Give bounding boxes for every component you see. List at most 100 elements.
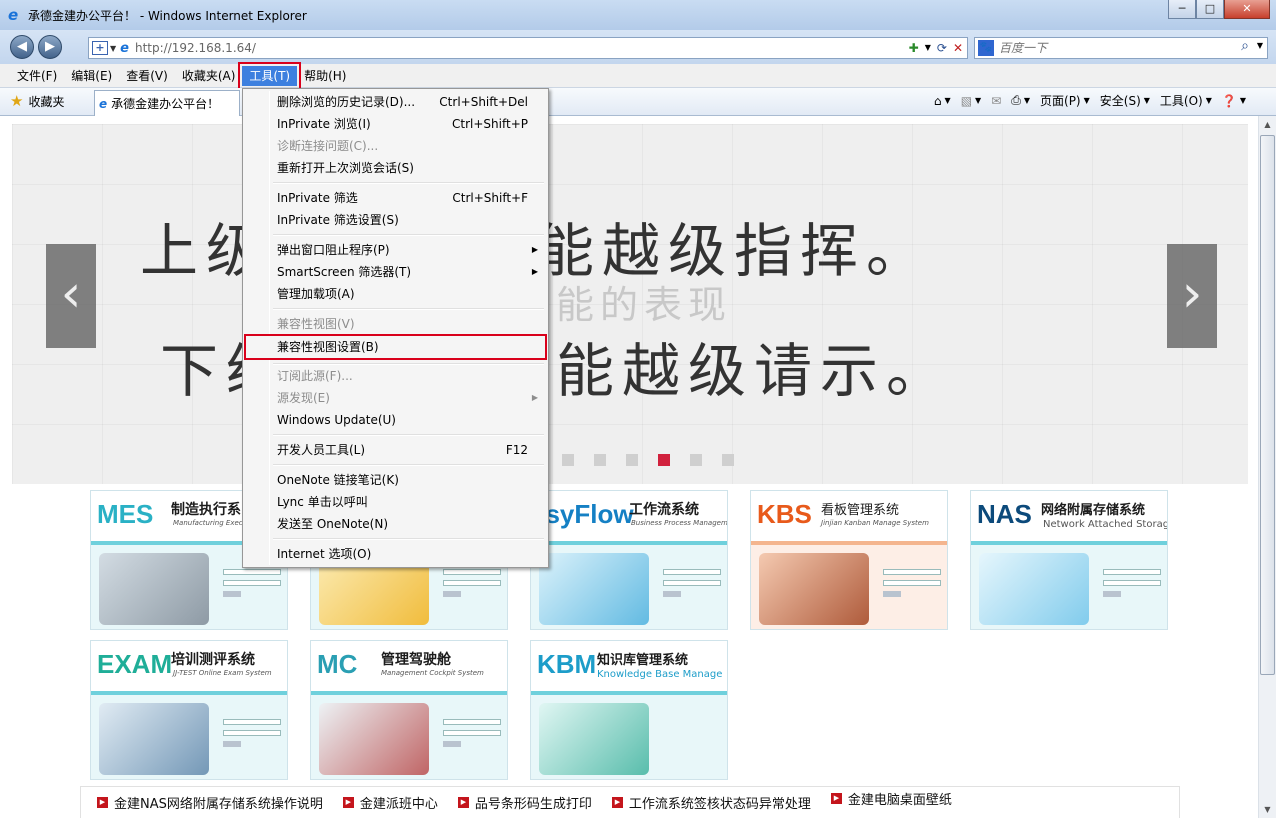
slider-dot[interactable] [658, 454, 670, 466]
menu-item-internet-options[interactable]: Internet 选项(O) [245, 543, 546, 565]
chevron-down-icon[interactable]: ▼ [975, 96, 981, 105]
menu-separator [273, 308, 544, 310]
news-link[interactable]: ▶ 品号条形码生成打印 [457, 793, 592, 812]
maximize-button[interactable]: □ [1196, 0, 1224, 19]
system-card-mc[interactable]: MC 管理驾驶舱 Management Cockpit System [310, 640, 508, 780]
search-icon[interactable]: ⌕ [1241, 38, 1249, 54]
stop-icon[interactable]: ✕ [953, 39, 963, 57]
menu-file[interactable]: 文件(F) [10, 66, 64, 86]
rss-icon: ▧ [960, 93, 973, 108]
menu-favorites[interactable]: 收藏夹(A) [175, 66, 243, 86]
slider-dot[interactable] [626, 454, 638, 466]
news-link[interactable]: ▶ 金建NAS网络附属存储系统操作说明 [97, 793, 323, 812]
compatibility-icon[interactable]: ✚ [909, 39, 919, 57]
login-form [223, 569, 281, 597]
scroll-down-icon[interactable]: ▼ [1259, 801, 1276, 818]
system-card-kbs[interactable]: KBS 看板管理系统 Jinjian Kanban Manage System [750, 490, 948, 630]
menu-item-lync-call[interactable]: Lync 单击以呼叫 [245, 491, 546, 513]
scroll-up-icon[interactable]: ▲ [1259, 116, 1276, 133]
chevron-down-icon[interactable]: ▼ [110, 44, 116, 53]
menu-item-developer-tools[interactable]: 开发人员工具(L) F12 [245, 439, 546, 461]
card-title: 看板管理系统 [821, 503, 900, 518]
minimize-button[interactable]: ─ [1168, 0, 1196, 19]
forward-button[interactable]: ▶ [38, 35, 62, 59]
address-bar[interactable]: + ▼ e http://192.168.1.64/ ✚ ▼ ⟳ ✕ [88, 37, 968, 59]
print-button[interactable]: ⎙ ▼ [1011, 93, 1030, 108]
system-card-nas[interactable]: NAS 网络附属存储系统 Network Attached Storage [970, 490, 1168, 630]
card-band [311, 691, 507, 695]
slider-prev-button[interactable]: ‹ [46, 244, 96, 348]
login-form [1103, 569, 1161, 597]
browser-tab[interactable]: e 承德金建办公平台！ [94, 90, 240, 116]
system-card-kbm[interactable]: KBM 知识库管理系统 Knowledge Base Manage [530, 640, 728, 780]
scroll-thumb[interactable] [1260, 135, 1275, 675]
menu-item-compat-view-settings[interactable]: 兼容性视图设置(B) [244, 334, 547, 360]
page-icon: e [99, 96, 108, 111]
menu-item-send-onenote[interactable]: 发送至 OneNote(N) [245, 513, 546, 535]
menu-tools[interactable]: 工具(T) [238, 61, 302, 90]
safety-menu[interactable]: 安全(S) ▼ [1100, 92, 1150, 109]
menu-item-inprivate-filter[interactable]: InPrivate 筛选 Ctrl+Shift+F [245, 187, 546, 209]
card-title: 管理驾驶舱 [381, 652, 451, 668]
vertical-scrollbar[interactable]: ▲ ▼ [1258, 116, 1276, 818]
news-link-text: 品号条形码生成打印 [474, 797, 592, 812]
menu-item-smartscreen[interactable]: SmartScreen 筛选器(T) ▶ [245, 261, 546, 283]
card-band [91, 691, 287, 695]
menu-item-windows-update[interactable]: Windows Update(U) [245, 409, 546, 431]
slider-next-button[interactable]: › [1167, 244, 1217, 348]
menu-help[interactable]: 帮助(H) [297, 66, 353, 86]
search-input[interactable] [999, 40, 1229, 56]
card-title: 知识库管理系统 [597, 653, 689, 668]
tools-dropdown-menu: 删除浏览的历史记录(D)... Ctrl+Shift+Del InPrivate … [242, 88, 549, 568]
login-form [443, 569, 501, 597]
slider-dot[interactable] [722, 454, 734, 466]
chevron-down-icon[interactable]: ▼ [1024, 96, 1030, 105]
home-button[interactable]: ⌂ ▼ [934, 94, 951, 108]
menu-edit[interactable]: 编辑(E) [64, 66, 119, 86]
menu-item-manage-addons[interactable]: 管理加载项(A) [245, 283, 546, 305]
submenu-arrow-icon: ▶ [531, 245, 538, 254]
menu-item-popup-blocker[interactable]: 弹出窗口阻止程序(P) ▶ [245, 239, 546, 261]
submenu-arrow-icon: ▶ [531, 267, 538, 276]
refresh-icon[interactable]: ⟳ [937, 39, 947, 57]
news-link[interactable]: ▶ 金建派班中心 [342, 793, 438, 812]
tools-menu-button[interactable]: 工具(O) ▼ [1160, 92, 1212, 109]
menu-item-inprivate-filter-settings[interactable]: InPrivate 筛选设置(S) [245, 209, 546, 231]
print-icon: ⎙ [1011, 93, 1021, 107]
exam-room-illustration [99, 703, 209, 775]
slider-dots [562, 454, 734, 466]
search-box[interactable]: 🐾 ⌕ ▼ [974, 37, 1268, 59]
star-icon: ★ [10, 92, 24, 110]
card-title: 工作流系统 [629, 502, 699, 518]
menu-view[interactable]: 查看(V) [119, 66, 175, 86]
system-card-easyflow[interactable]: asyFlow 工作流系统 Business Process Managemen… [530, 490, 728, 630]
menu-item-reopen-session[interactable]: 重新打开上次浏览会话(S) [245, 157, 546, 179]
page-menu[interactable]: 页面(P) ▼ [1040, 92, 1090, 109]
card-band [751, 541, 947, 545]
slider-dot[interactable] [562, 454, 574, 466]
news-link[interactable]: ▶ 金建电脑桌面壁纸 [830, 789, 952, 808]
menu-item-inprivate-browsing[interactable]: InPrivate 浏览(I) Ctrl+Shift+P [245, 113, 546, 135]
slider-dot[interactable] [690, 454, 702, 466]
news-link[interactable]: ▶ 工作流系统签核状态码异常处理 [611, 793, 811, 812]
menu-item-onenote-linked[interactable]: OneNote 链接笔记(K) [245, 469, 546, 491]
help-button[interactable]: ❓ ▼ [1222, 94, 1246, 108]
close-button[interactable]: ✕ [1224, 0, 1270, 19]
card-subtitle: Management Cockpit System [381, 669, 484, 677]
add-favorite-icon[interactable]: + [92, 41, 108, 55]
card-abbr: MES [97, 499, 154, 529]
page-menu-label: 页面(P) [1040, 94, 1081, 108]
card-subtitle: JJ-TEST Online Exam System [173, 669, 272, 677]
back-button[interactable]: ◀ [10, 35, 34, 59]
chevron-down-icon[interactable]: ▼ [1257, 41, 1263, 50]
favorites-button[interactable]: ★ 收藏夹 [10, 92, 64, 110]
menu-item-delete-history[interactable]: 删除浏览的历史记录(D)... Ctrl+Shift+Del [245, 91, 546, 113]
chevron-down-icon[interactable]: ▼ [925, 39, 931, 57]
slider-dot[interactable] [594, 454, 606, 466]
mail-button[interactable]: ✉ [991, 94, 1001, 108]
feeds-button[interactable]: ▧ ▼ [961, 94, 982, 108]
system-card-exam[interactable]: EXAM 培训测评系统 JJ-TEST Online Exam System [90, 640, 288, 780]
card-subtitle: Network Attached Storage [1043, 519, 1168, 530]
chevron-down-icon[interactable]: ▼ [945, 96, 951, 105]
url-text[interactable]: http://192.168.1.64/ [135, 41, 256, 55]
